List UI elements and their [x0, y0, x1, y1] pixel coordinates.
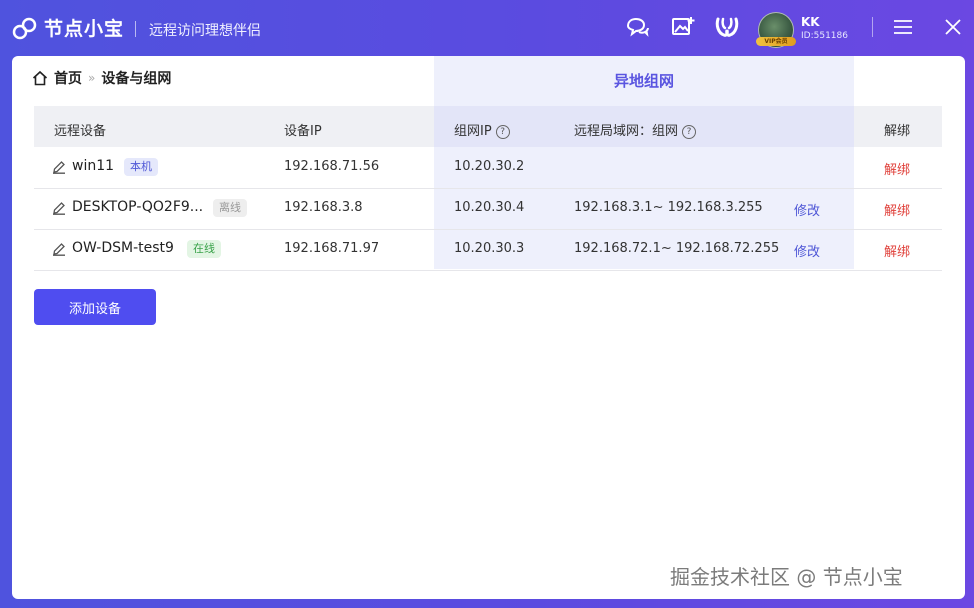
main-panel: 异地组网 首页 » 设备与组网 远程设备 设备IP 组网IP? 远程局域网：组网… [12, 56, 965, 599]
breadcrumb-chevron-icon: » [88, 71, 96, 85]
remote-lan-range: 192.168.72.1~ 192.168.72.255 [574, 241, 780, 256]
unbind-button[interactable]: 解绑 [884, 200, 910, 219]
vip-badge: VIP会员 [756, 37, 796, 46]
status-badge: 在线 [187, 240, 221, 258]
menu-icon[interactable] [890, 14, 916, 40]
username: KK [801, 15, 820, 29]
table-row: OW-DSM-test9 在线 192.168.71.97 10.20.30.3… [34, 229, 942, 271]
unbind-button[interactable]: 解绑 [884, 159, 910, 178]
edit-icon[interactable] [52, 242, 66, 256]
brand-w-icon[interactable] [714, 14, 740, 40]
status-badge: 本机 [124, 158, 158, 176]
app-logo-icon [12, 17, 37, 40]
column-device-ip: 设备IP [284, 124, 322, 139]
group-ip: 10.20.30.2 [454, 159, 525, 174]
edit-icon[interactable] [52, 160, 66, 174]
modify-button[interactable]: 修改 [794, 200, 820, 219]
help-icon[interactable]: ? [682, 125, 697, 139]
app-brand: 节点小宝 [44, 18, 125, 40]
remote-lan-range: 192.168.3.1~ 192.168.3.255 [574, 200, 763, 215]
column-remote-lan-label: 远程局域网：组网 [574, 124, 679, 139]
device-ip: 192.168.71.56 [284, 159, 380, 174]
column-remote-lan: 远程局域网：组网? [574, 120, 697, 139]
column-group-ip-label: 组网IP [454, 124, 492, 139]
app-slogan: 远程访问理想伴侣 [149, 23, 261, 39]
edit-icon[interactable] [52, 201, 66, 215]
table-row: DESKTOP-QO2F9... 离线 192.168.3.8 10.20.30… [34, 188, 942, 230]
home-icon [32, 70, 48, 86]
device-name: DESKTOP-QO2F9... [72, 199, 204, 215]
device-ip: 192.168.3.8 [284, 200, 363, 215]
column-unbind: 解绑 [884, 124, 911, 139]
add-image-icon[interactable] [670, 14, 696, 40]
breadcrumb-current: 设备与组网 [101, 71, 172, 87]
group-header: 异地组网 [613, 72, 674, 90]
device-ip: 192.168.71.97 [284, 241, 380, 256]
breadcrumb-home[interactable]: 首页 [54, 68, 82, 88]
user-id: ID:551186 [801, 31, 848, 41]
unbind-button[interactable]: 解绑 [884, 241, 910, 260]
toolbar-separator [872, 17, 873, 37]
column-group-ip: 组网IP? [454, 120, 510, 139]
breadcrumb: 首页 » 设备与组网 [32, 68, 171, 88]
close-icon[interactable] [940, 14, 966, 40]
title-separator [135, 21, 136, 37]
table-row: win11 本机 192.168.71.56 10.20.30.2 解绑 [34, 147, 942, 189]
chat-icon[interactable] [624, 14, 650, 40]
group-ip: 10.20.30.3 [454, 241, 525, 256]
help-icon[interactable]: ? [495, 125, 510, 139]
group-ip: 10.20.30.4 [454, 200, 525, 215]
title-bar: 节点小宝 远程访问理想伴侣 VIP会员 KK ID:551186 [0, 0, 974, 56]
modify-button[interactable]: 修改 [794, 241, 820, 260]
device-name: OW-DSM-test9 [72, 240, 174, 256]
device-name: win11 [72, 158, 115, 174]
column-remote-device: 远程设备 [54, 124, 107, 139]
status-badge: 离线 [213, 199, 247, 217]
watermark: 掘金技术社区 @ 节点小宝 [670, 565, 903, 589]
add-device-button[interactable]: 添加设备 [34, 289, 156, 325]
